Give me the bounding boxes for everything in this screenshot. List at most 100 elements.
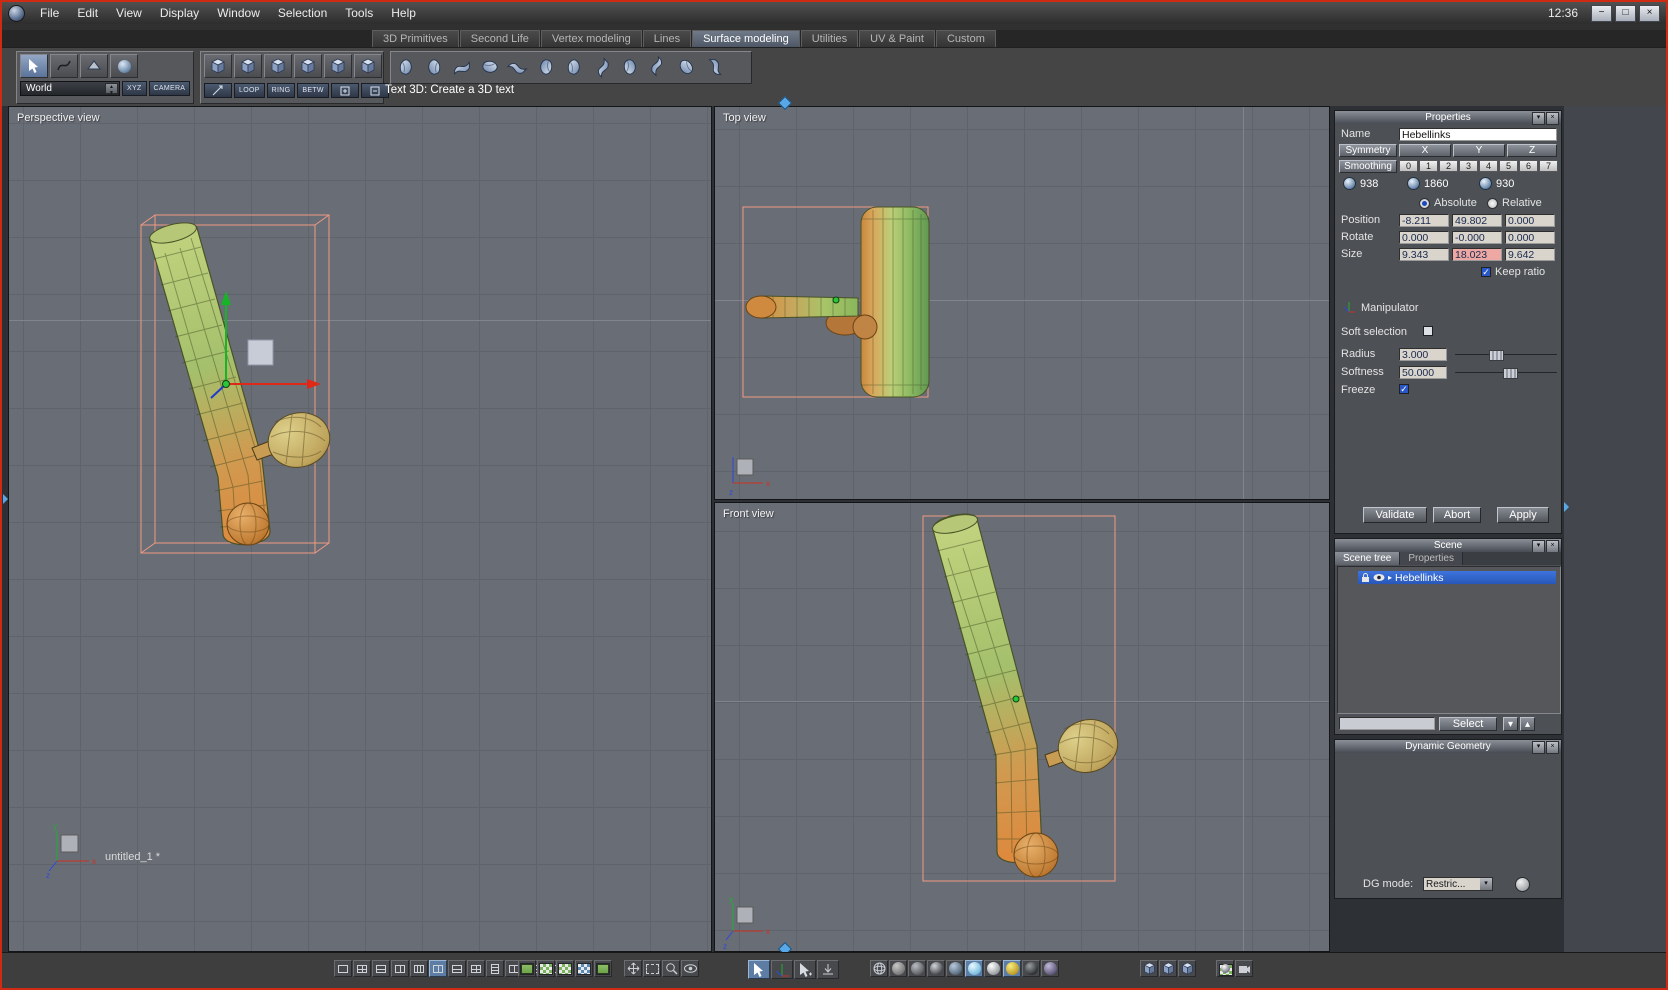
surface-tool-4-button[interactable] — [477, 54, 503, 80]
properties-close-icon[interactable]: × — [1546, 112, 1559, 125]
model-hebellinks-perspective[interactable] — [9, 107, 711, 951]
mode-all-button[interactable] — [354, 54, 382, 78]
dg-sphere-button[interactable] — [1515, 877, 1530, 892]
menu-help[interactable]: Help — [382, 4, 425, 22]
select-tool-button[interactable] — [20, 54, 48, 78]
symmetry-y-button[interactable]: Y — [1453, 144, 1505, 157]
shading-smooth-wire-button[interactable] — [927, 960, 945, 977]
grid-blue-button[interactable] — [575, 960, 593, 977]
top-viewport[interactable]: z x Top view — [714, 106, 1330, 500]
select-button[interactable]: Select — [1439, 717, 1497, 731]
shading-material-button[interactable] — [1003, 960, 1021, 977]
tab-utilities[interactable]: Utilities — [800, 30, 859, 47]
radius-slider[interactable] — [1455, 348, 1557, 361]
shading-smooth-button[interactable] — [908, 960, 926, 977]
menu-display[interactable]: Display — [151, 4, 208, 22]
smoothing-level-2[interactable]: 2 — [1439, 160, 1458, 172]
tab-3d-primitives[interactable]: 3D Primitives — [372, 30, 459, 47]
world-selector[interactable]: World ▲ ▼ — [20, 81, 120, 96]
render-preview-button[interactable] — [1216, 960, 1234, 977]
size-x-input[interactable] — [1399, 248, 1449, 261]
dg-mode-dropdown-arrow-icon[interactable]: ▾ — [1480, 878, 1492, 890]
position-z-input[interactable] — [1505, 214, 1555, 227]
dg-panel-titlebar[interactable]: Dynamic Geometry ▾ × — [1335, 740, 1561, 754]
tab-uv-paint[interactable]: UV & Paint — [859, 30, 935, 47]
shading-flat-button[interactable] — [889, 960, 907, 977]
smoothing-button[interactable]: Smoothing — [1339, 160, 1397, 173]
scene-panel-titlebar[interactable]: Scene ▾ × — [1335, 539, 1561, 553]
grid-edit-button[interactable] — [518, 960, 536, 977]
dg-mode-dropdown[interactable]: Restric... ▾ — [1423, 877, 1493, 891]
grid-snap-button[interactable] — [594, 960, 612, 977]
menu-view[interactable]: View — [107, 4, 151, 22]
tab-second-life[interactable]: Second Life — [459, 30, 540, 47]
shading-dark-button[interactable] — [1022, 960, 1040, 977]
shading-ghost-button[interactable] — [1041, 960, 1059, 977]
sphere-tool-button[interactable] — [110, 54, 138, 78]
scene-tree-item-hebellinks[interactable]: ▸ Hebellinks — [1358, 571, 1556, 584]
render-settings-button[interactable] — [1235, 960, 1253, 977]
smoothing-level-4[interactable]: 4 — [1479, 160, 1498, 172]
softness-slider-handle[interactable] — [1503, 368, 1518, 379]
layout-3h-button[interactable] — [486, 960, 504, 977]
radius-slider-handle[interactable] — [1489, 350, 1504, 361]
radius-input[interactable] — [1399, 348, 1447, 361]
layout-1p2-button[interactable] — [429, 960, 447, 977]
validate-button[interactable]: Validate — [1363, 507, 1427, 523]
freeze-checkbox[interactable]: ✓ — [1399, 384, 1409, 394]
grow-selection-button[interactable] — [330, 83, 359, 98]
grid-green-button[interactable] — [537, 960, 555, 977]
show-boxes-button[interactable] — [1140, 960, 1158, 977]
softness-input[interactable] — [1399, 366, 1447, 379]
zoom-region-button[interactable] — [643, 960, 661, 977]
look-at-button[interactable] — [681, 960, 699, 977]
apply-button[interactable]: Apply — [1497, 507, 1549, 523]
camera-button[interactable]: CAMERA — [148, 81, 191, 96]
tab-lines[interactable]: Lines — [642, 30, 692, 47]
scene-tree[interactable]: ▸ Hebellinks — [1337, 566, 1561, 714]
surface-tool-1-button[interactable] — [393, 54, 419, 80]
layout-2p1-button[interactable] — [448, 960, 466, 977]
shading-shaded-button[interactable] — [946, 960, 964, 977]
surface-tool-5-button[interactable] — [505, 54, 531, 80]
size-z-input[interactable] — [1505, 248, 1555, 261]
symmetry-button[interactable]: Symmetry — [1339, 144, 1397, 157]
maximize-button[interactable]: □ — [1615, 4, 1636, 22]
plane-tool-button[interactable] — [80, 54, 108, 78]
shading-textured-button[interactable] — [965, 960, 983, 977]
snap-tool-button[interactable] — [794, 960, 816, 979]
smoothing-level-3[interactable]: 3 — [1459, 160, 1478, 172]
tab-vertex-modeling[interactable]: Vertex modeling — [540, 30, 642, 47]
surface-tool-7-button[interactable] — [561, 54, 587, 80]
rotate-x-input[interactable] — [1399, 231, 1449, 244]
tab-surface-modeling[interactable]: Surface modeling — [692, 30, 800, 47]
loop-button[interactable]: LOOP — [234, 83, 265, 98]
show-group-button[interactable] — [1178, 960, 1196, 977]
size-y-input[interactable] — [1452, 248, 1502, 261]
scene-up-icon[interactable]: ▴ — [1520, 717, 1535, 731]
layout-quad-button[interactable] — [353, 960, 371, 977]
mode-edges-button[interactable] — [264, 54, 292, 78]
world-spinner-icon[interactable]: ▲ ▼ — [105, 83, 118, 96]
mode-points-button[interactable] — [234, 54, 262, 78]
menu-selection[interactable]: Selection — [269, 4, 336, 22]
menu-tools[interactable]: Tools — [336, 4, 382, 22]
dg-close-icon[interactable]: × — [1546, 741, 1559, 754]
scene-down-icon[interactable]: ▾ — [1503, 717, 1518, 731]
surface-tool-10-button[interactable] — [645, 54, 671, 80]
expander-icon[interactable]: ▸ — [1388, 573, 1392, 582]
menu-window[interactable]: Window — [208, 4, 269, 22]
grid-checker-button[interactable] — [556, 960, 574, 977]
model-hebellinks-front[interactable] — [715, 503, 1329, 951]
betw-button[interactable]: BETW — [297, 83, 329, 98]
xyz-button[interactable]: XYZ — [122, 81, 147, 96]
pan-view-button[interactable] — [624, 960, 642, 977]
visibility-eye-icon[interactable] — [1373, 573, 1385, 582]
layout-single-button[interactable] — [334, 960, 352, 977]
left-splitter-arrow[interactable] — [3, 494, 13, 504]
smoothing-level-0[interactable]: 0 — [1399, 160, 1418, 172]
position-x-input[interactable] — [1399, 214, 1449, 227]
mode-faces-button[interactable] — [294, 54, 322, 78]
smoothing-level-5[interactable]: 5 — [1499, 160, 1518, 172]
ring-button[interactable]: RING — [266, 83, 296, 98]
